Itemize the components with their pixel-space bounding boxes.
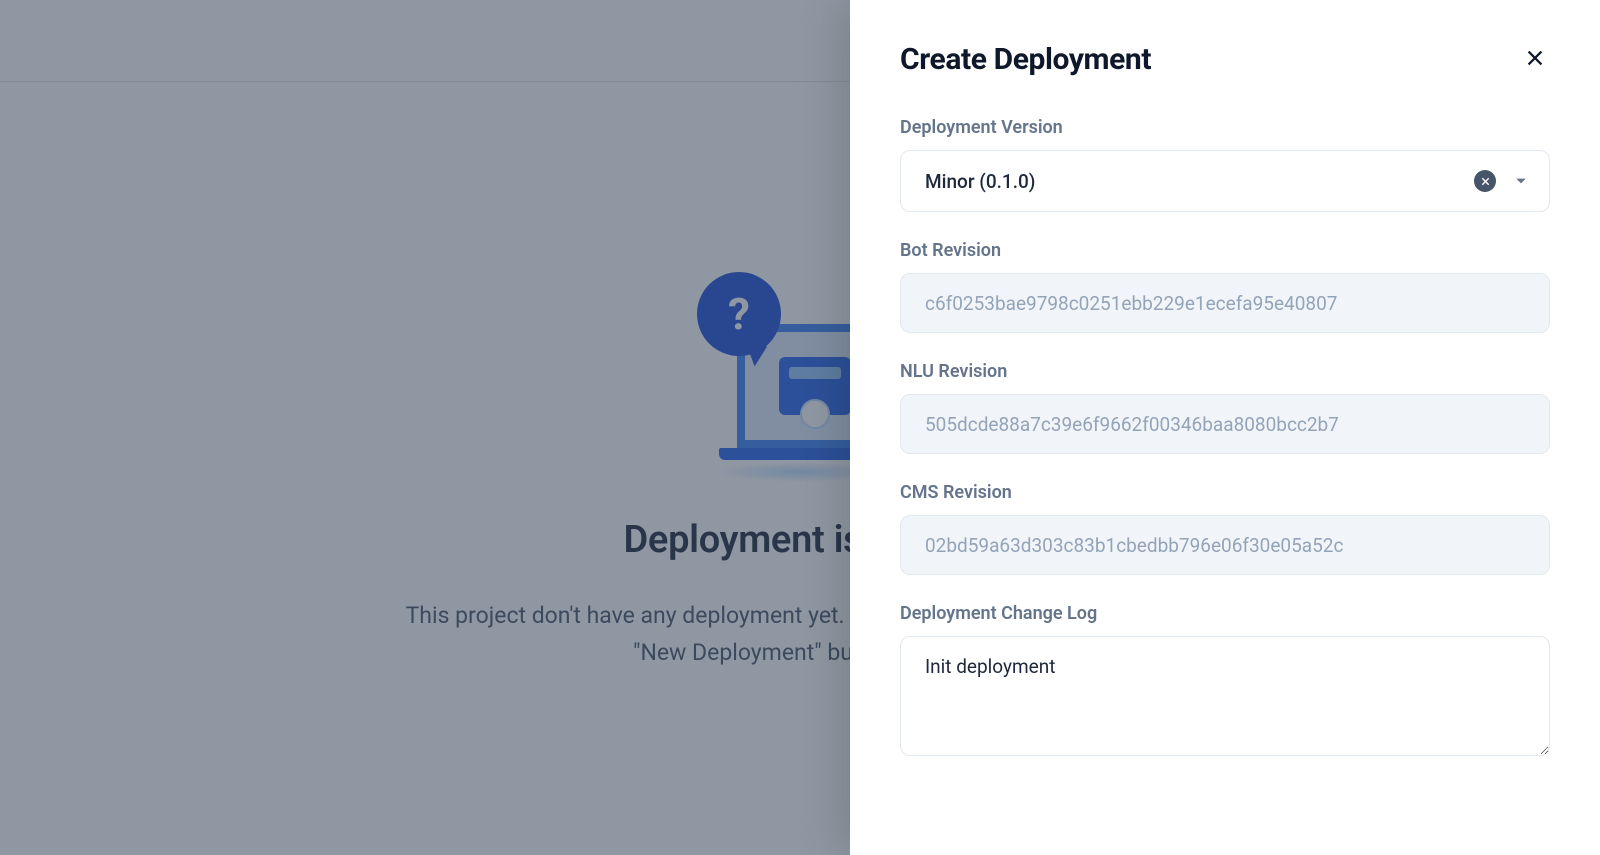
deployment-version-value: Minor (0.1.0) xyxy=(925,170,1035,193)
clear-selection-icon[interactable] xyxy=(1474,170,1496,192)
deployment-version-label: Deployment Version xyxy=(900,117,1550,138)
nlu-revision-label: NLU Revision xyxy=(900,361,1550,382)
close-icon xyxy=(1524,47,1546,73)
nlu-revision-value: 505dcde88a7c39e6f9662f00346baa8080bcc2b7 xyxy=(900,394,1550,454)
cms-revision-value: 02bd59a63d303c83b1cbedbb796e06f30e05a52c xyxy=(900,515,1550,575)
nlu-revision-field: NLU Revision 505dcde88a7c39e6f9662f00346… xyxy=(900,361,1550,454)
drawer-title: Create Deployment xyxy=(900,42,1151,77)
bot-revision-value: c6f0253bae9798c0251ebb229e1ecefa95e40807 xyxy=(900,273,1550,333)
changelog-field: Deployment Change Log xyxy=(900,603,1550,756)
bot-revision-label: Bot Revision xyxy=(900,240,1550,261)
cms-revision-label: CMS Revision xyxy=(900,482,1550,503)
close-button[interactable] xyxy=(1520,45,1550,75)
bot-revision-field: Bot Revision c6f0253bae9798c0251ebb229e1… xyxy=(900,240,1550,333)
cms-revision-field: CMS Revision 02bd59a63d303c83b1cbedbb796… xyxy=(900,482,1550,575)
create-deployment-drawer: Create Deployment Deployment Version Min… xyxy=(850,0,1600,855)
chevron-down-icon[interactable] xyxy=(1514,174,1528,188)
deployment-version-select[interactable]: Minor (0.1.0) xyxy=(900,150,1550,212)
changelog-label: Deployment Change Log xyxy=(900,603,1550,624)
deployment-version-field: Deployment Version Minor (0.1.0) xyxy=(900,117,1550,212)
changelog-textarea[interactable] xyxy=(900,636,1550,756)
